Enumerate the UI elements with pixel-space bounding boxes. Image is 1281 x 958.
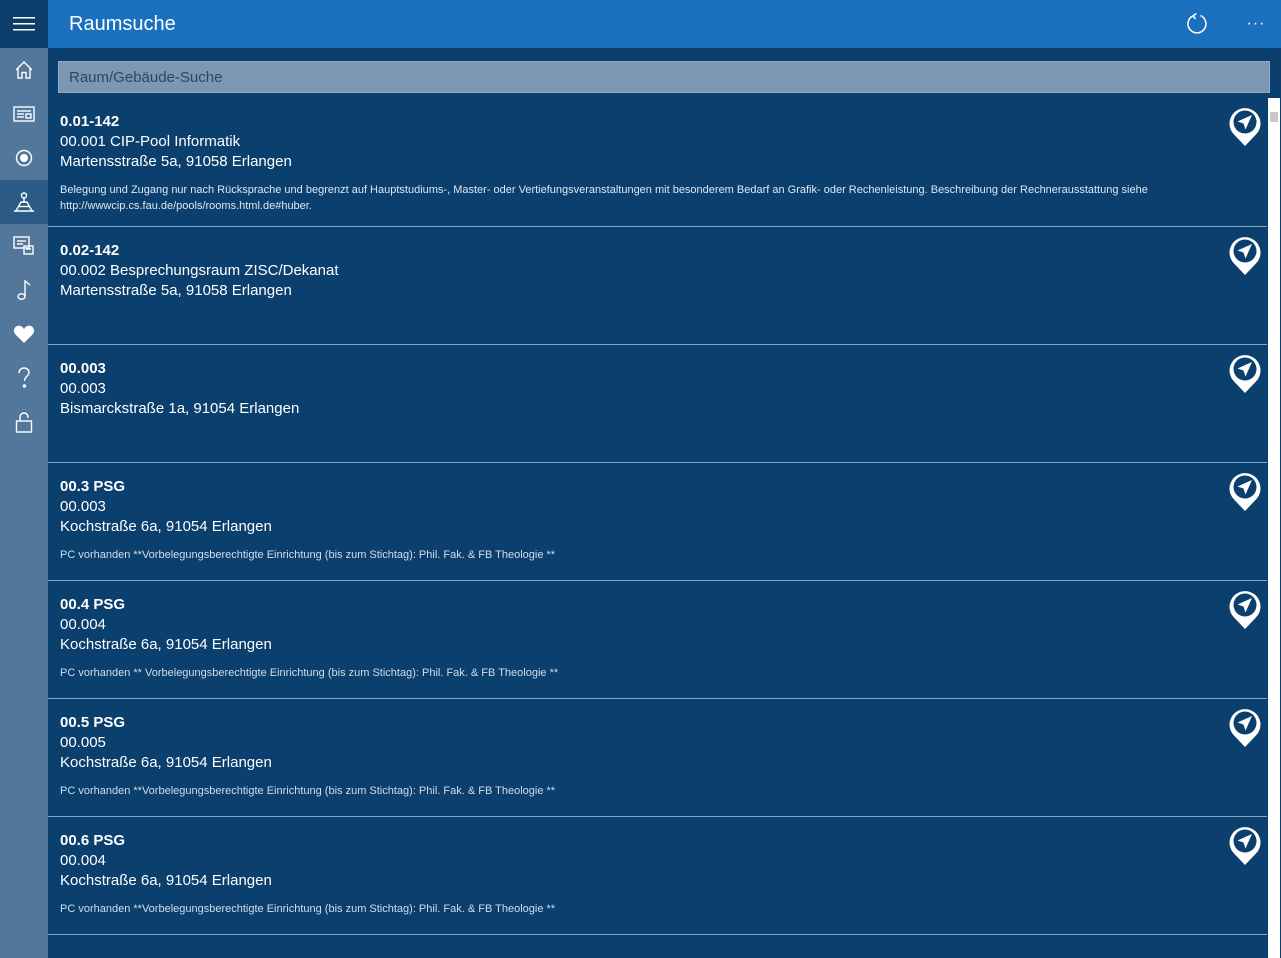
sidebar-item-news[interactable] <box>0 92 48 136</box>
music-icon <box>17 279 31 300</box>
room-search-icon <box>14 192 34 212</box>
room-list-item[interactable]: 00.3 PSG 00.003 Kochstraße 6a, 91054 Erl… <box>48 463 1267 581</box>
room-address: Martensstraße 5a, 91058 Erlangen <box>60 153 292 170</box>
sidebar-item-radio[interactable] <box>0 136 48 180</box>
room-info: 00.6 PSG 00.004 Kochstraße 6a, 91054 Erl… <box>60 831 1207 917</box>
navigate-location-icon[interactable] <box>1228 105 1262 147</box>
more-options-button[interactable]: ··· <box>1244 12 1268 36</box>
room-list-item[interactable]: 00.5 PSG 00.005 Kochstraße 6a, 91054 Erl… <box>48 699 1267 817</box>
room-number-name: 00.004 <box>60 852 106 869</box>
heart-icon <box>13 325 35 343</box>
room-list-item[interactable]: 00.4 PSG 00.004 Kochstraße 6a, 91054 Erl… <box>48 581 1267 699</box>
hamburger-icon <box>13 17 35 31</box>
room-title: 0.02-142 <box>60 242 120 259</box>
room-list-item[interactable]: 0.02-142 00.002 Besprechungsraum ZISC/De… <box>48 227 1267 345</box>
navigate-location-icon[interactable] <box>1228 824 1262 866</box>
room-address: Kochstraße 6a, 91054 Erlangen <box>60 872 272 889</box>
radio-icon <box>15 149 33 167</box>
navigate-location-icon[interactable] <box>1228 470 1262 512</box>
lecture-icon <box>13 236 34 255</box>
room-list-item[interactable]: 00.003 00.003 Bismarckstraße 1a, 91054 E… <box>48 345 1267 463</box>
room-list: 0.01-142 00.001 CIP-Pool Informatik Mart… <box>48 98 1267 958</box>
room-description: PC vorhanden **Vorbelegungsberechtigte E… <box>60 549 556 561</box>
room-title: 00.003 <box>60 360 106 377</box>
navigate-location-icon[interactable] <box>1228 588 1262 630</box>
navigate-location-icon[interactable] <box>1228 234 1262 276</box>
room-description: PC vorhanden ** Vorbelegungsberechtigte … <box>60 667 559 679</box>
room-number-name: 00.003 <box>60 498 106 515</box>
room-number-name: 00.004 <box>60 616 106 633</box>
sidebar-item-login[interactable] <box>0 400 48 444</box>
home-icon <box>15 61 33 79</box>
room-info: 00.5 PSG 00.005 Kochstraße 6a, 91054 Erl… <box>60 713 1207 799</box>
room-address: Martensstraße 5a, 91058 Erlangen <box>60 282 292 299</box>
room-address: Bismarckstraße 1a, 91054 Erlangen <box>60 400 300 417</box>
sidebar-item-help[interactable] <box>0 356 48 400</box>
room-title: 00.4 PSG <box>60 596 126 613</box>
room-info: 00.3 PSG 00.003 Kochstraße 6a, 91054 Erl… <box>60 477 1207 563</box>
room-address: Kochstraße 6a, 91054 Erlangen <box>60 518 272 535</box>
navigate-location-icon[interactable] <box>1228 352 1262 394</box>
title-bar: Raumsuche ··· <box>48 0 1281 48</box>
room-number-name: 00.003 <box>60 380 106 397</box>
page-title: Raumsuche <box>69 13 176 35</box>
room-address: Kochstraße 6a, 91054 Erlangen <box>60 754 272 771</box>
room-number-name: 00.001 CIP-Pool Informatik <box>60 133 241 150</box>
sidebar-item-lectures[interactable] <box>0 224 48 268</box>
refresh-icon <box>1187 12 1207 34</box>
room-info: 00.4 PSG 00.004 Kochstraße 6a, 91054 Erl… <box>60 595 1207 681</box>
room-title: 00.5 PSG <box>60 714 126 731</box>
room-info: 0.02-142 00.002 Besprechungsraum ZISC/De… <box>60 241 1207 301</box>
help-icon <box>18 367 30 388</box>
room-description: PC vorhanden **Vorbelegungsberechtigte E… <box>60 903 556 915</box>
room-number-name: 00.002 Besprechungsraum ZISC/Dekanat <box>60 262 339 279</box>
hamburger-menu-button[interactable] <box>0 0 48 48</box>
room-list-item[interactable]: 00.6 PSG 00.004 Kochstraße 6a, 91054 Erl… <box>48 817 1267 935</box>
room-list-item[interactable]: 0.01-142 00.001 CIP-Pool Informatik Mart… <box>48 98 1267 227</box>
sidebar-item-home[interactable] <box>0 48 48 92</box>
sidebar <box>0 0 48 958</box>
sidebar-item-room-search[interactable] <box>0 180 48 224</box>
search-input[interactable] <box>59 62 1269 92</box>
lock-icon <box>15 412 33 433</box>
scrollbar-thumb[interactable] <box>1270 112 1278 122</box>
news-icon <box>13 106 35 122</box>
room-title: 00.3 PSG <box>60 478 126 495</box>
room-number-name: 00.005 <box>60 734 106 751</box>
room-info: 00.003 00.003 Bismarckstraße 1a, 91054 E… <box>60 359 1207 419</box>
navigate-location-icon[interactable] <box>1228 706 1262 748</box>
sidebar-item-music[interactable] <box>0 268 48 312</box>
sidebar-item-favorites[interactable] <box>0 312 48 356</box>
room-title: 0.01-142 <box>60 113 120 130</box>
room-title: 00.6 PSG <box>60 832 126 849</box>
room-info: 0.01-142 00.001 CIP-Pool Informatik Mart… <box>60 112 1247 214</box>
scrollbar[interactable] <box>1268 98 1280 958</box>
room-description: PC vorhanden **Vorbelegungsberechtigte E… <box>60 785 556 797</box>
search-box <box>58 61 1270 93</box>
room-address: Kochstraße 6a, 91054 Erlangen <box>60 636 272 653</box>
refresh-button[interactable] <box>1183 10 1211 38</box>
room-description: Belegung und Zugang nur nach Rücksprache… <box>60 184 1148 212</box>
